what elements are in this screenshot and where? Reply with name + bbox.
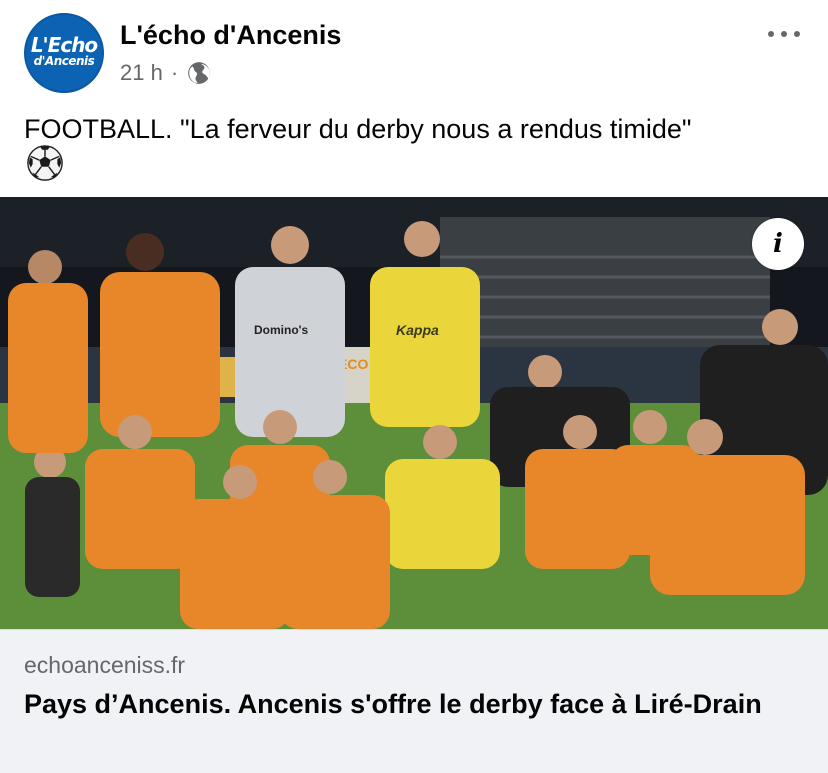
bib-brand: Kappa xyxy=(396,322,439,338)
page-name-link[interactable]: L'écho d'Ancenis xyxy=(120,20,341,51)
avatar-logo-bottom: d'Ancenis xyxy=(33,54,95,68)
link-domain: echoanceniss.fr xyxy=(24,652,186,678)
soccer-ball-icon xyxy=(27,145,63,181)
meta-separator: · xyxy=(170,60,179,85)
more-options-button[interactable] xyxy=(764,24,804,44)
shirt-sponsor: Domino's xyxy=(254,323,309,337)
avatar-logo-top: L'Echo xyxy=(30,33,98,57)
more-options-dot xyxy=(794,31,800,37)
team-photo-illustration: ECO Domino's Kappa xyxy=(0,197,828,629)
post-timestamp[interactable]: 21 h xyxy=(120,60,163,86)
more-options-icon xyxy=(768,31,774,37)
info-button[interactable]: i xyxy=(752,218,804,270)
page-avatar[interactable]: L'Echo d'Ancenis xyxy=(24,13,104,93)
link-title[interactable]: Pays d’Ancenis. Ancenis s'offre le derby… xyxy=(24,686,804,723)
post-header: L'Echo d'Ancenis L'écho d'Ancenis 21 h · xyxy=(0,0,828,100)
post-meta: 21 h · xyxy=(120,60,212,86)
info-icon: i xyxy=(773,229,783,259)
post-text: FOOTBALL. "La ferveur du derby nous a re… xyxy=(24,114,692,144)
globe-icon[interactable] xyxy=(186,60,212,86)
more-options-dot xyxy=(781,31,787,37)
post-photo[interactable]: ECO Domino's Kappa xyxy=(0,197,828,629)
link-preview-card[interactable]: echoanceniss.fr Pays d’Ancenis. Ancenis … xyxy=(0,629,828,773)
